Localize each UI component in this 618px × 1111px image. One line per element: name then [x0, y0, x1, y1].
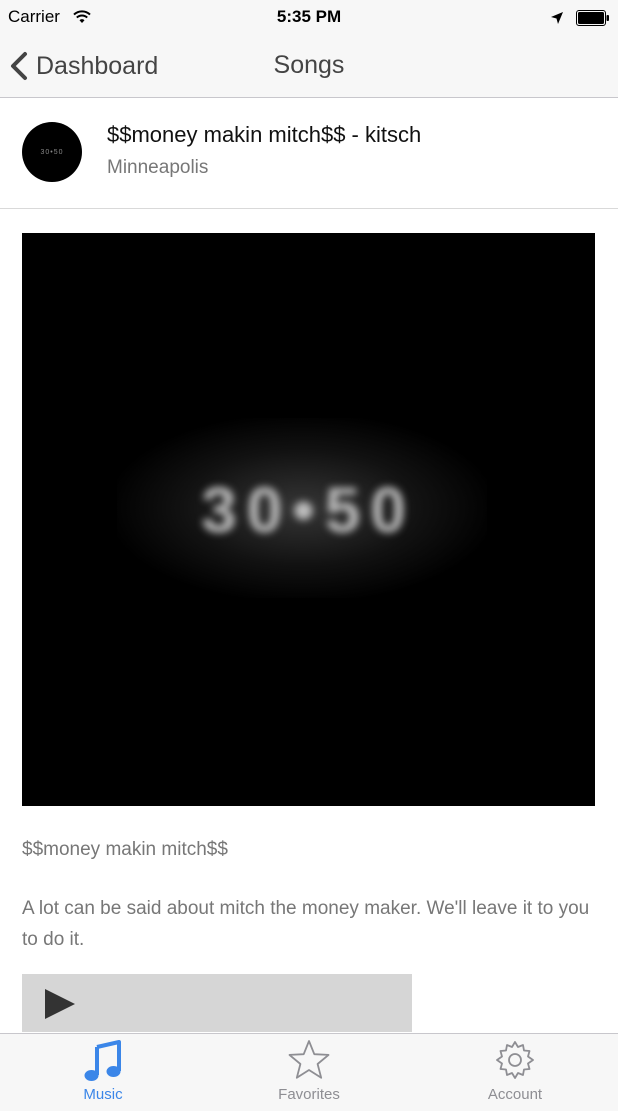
- navigation-bar: Dashboard Songs: [0, 36, 618, 98]
- status-bar: Carrier 5:35 PM: [0, 0, 618, 36]
- clock: 5:35 PM: [276, 7, 342, 26]
- page-title: Songs: [273, 51, 345, 79]
- artist-title: $$money makin mitch$$ - kitsch: [107, 122, 422, 147]
- tab-account[interactable]: Account: [412, 1034, 618, 1111]
- album-artwork: 30•50: [22, 233, 595, 806]
- tab-bar: Music Favorites Account: [0, 1033, 618, 1111]
- artist-city: Minneapolis: [107, 157, 209, 178]
- tab-music[interactable]: Music: [0, 1034, 206, 1111]
- audio-player: [22, 974, 412, 1032]
- location-arrow-icon: [550, 10, 564, 30]
- song-description: A lot can be said about mitch the money …: [22, 898, 590, 950]
- avatar-logo-text: 30•50: [40, 148, 64, 156]
- tab-favorites[interactable]: Favorites: [206, 1034, 412, 1111]
- avatar: 30•50: [22, 122, 82, 182]
- music-note-icon: [84, 1040, 121, 1081]
- tab-favorites-label: Favorites: [278, 1086, 340, 1103]
- artwork-logo-text: 30•50: [201, 474, 416, 546]
- battery-icon: [576, 10, 610, 31]
- tab-music-label: Music: [83, 1086, 123, 1103]
- star-icon: [288, 1040, 330, 1079]
- song-name: $$money makin mitch$$: [22, 839, 228, 860]
- artist-header[interactable]: 30•50 $$money makin mitch$$ - kitsch Min…: [0, 98, 618, 209]
- tab-account-label: Account: [487, 1086, 543, 1103]
- play-icon[interactable]: [42, 988, 78, 1020]
- gear-icon: [496, 1041, 534, 1079]
